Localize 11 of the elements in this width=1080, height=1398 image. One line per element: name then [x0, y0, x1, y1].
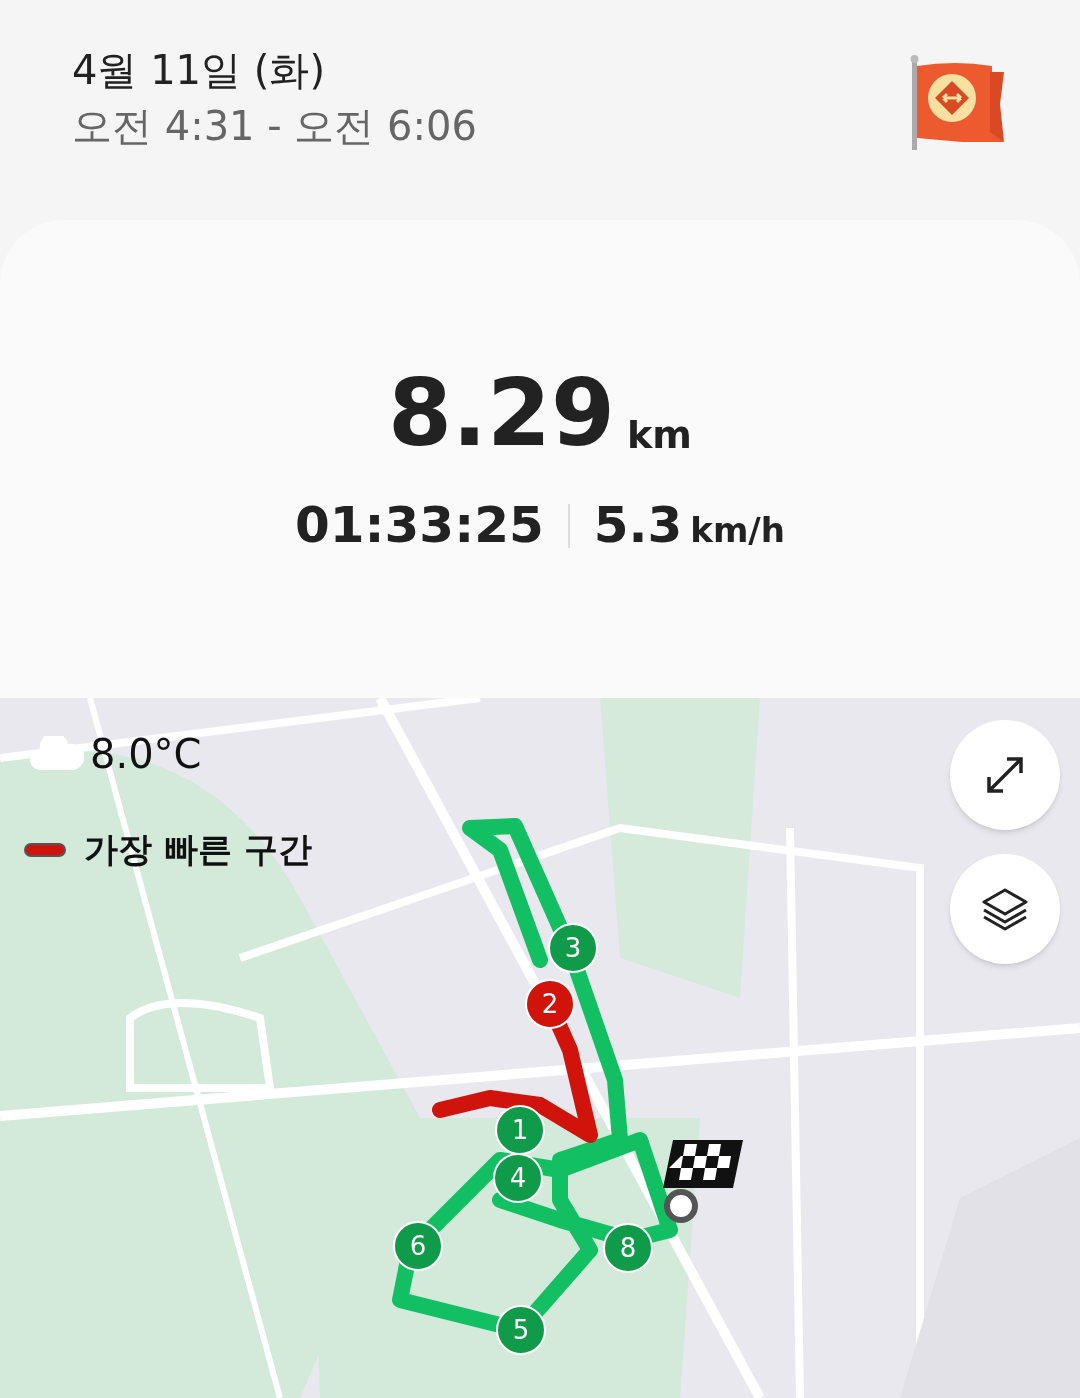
- distance-value: 8.29: [388, 368, 616, 460]
- temperature: 8.0°C: [90, 730, 202, 779]
- legend-label: 가장 빠른 구간: [84, 828, 312, 871]
- time-range: 오전 4:31 - 오전 6:06: [72, 102, 477, 151]
- duration-value: 01:33:25: [295, 495, 544, 556]
- workout-date: 4월 11일 (화): [72, 46, 325, 95]
- layers-icon: [980, 886, 1030, 932]
- speed-value: 5.3: [593, 495, 683, 556]
- speed-unit: km/h: [690, 509, 785, 552]
- distance-unit: km: [627, 412, 692, 459]
- cloud-icon: [30, 736, 84, 772]
